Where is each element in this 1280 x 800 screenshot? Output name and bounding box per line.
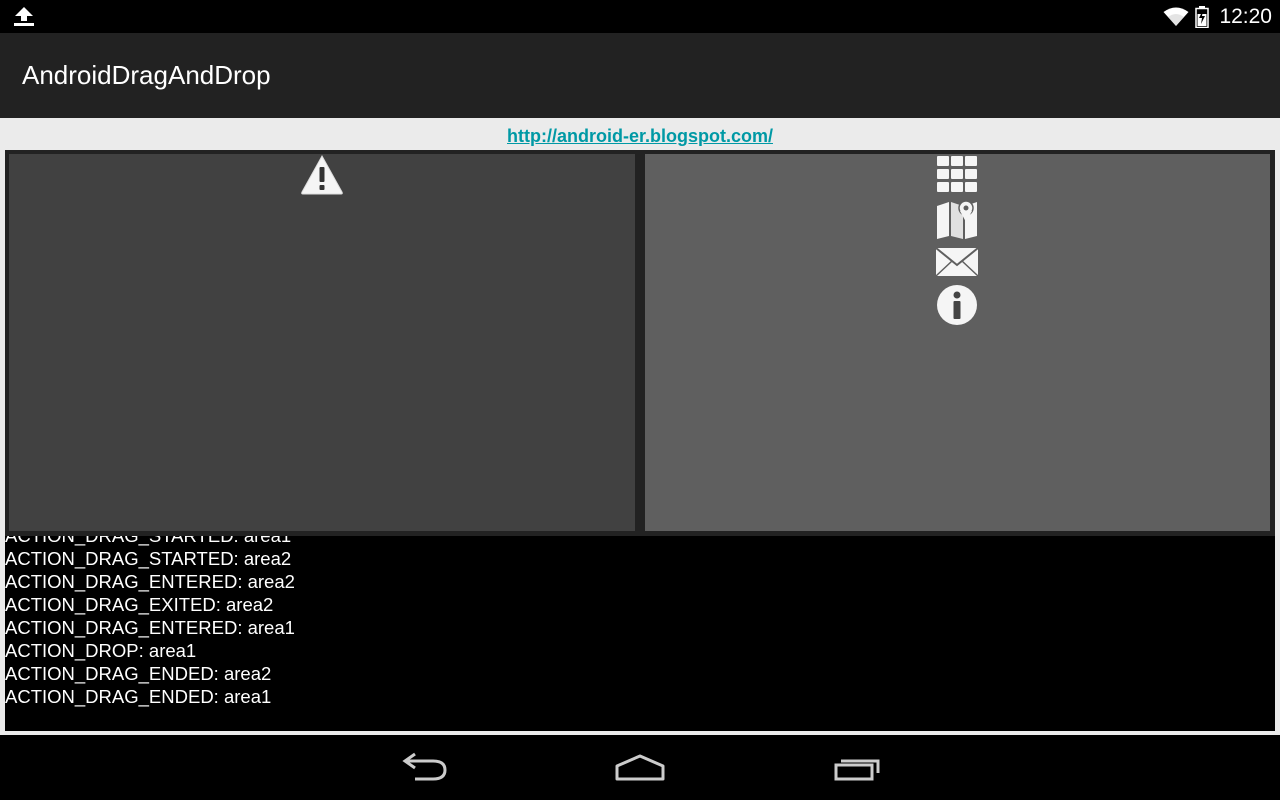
wifi-icon xyxy=(1163,7,1189,27)
action-bar: AndroidDragAndDrop xyxy=(0,33,1280,118)
blog-link[interactable]: http://android-er.blogspot.com/ xyxy=(0,126,1280,147)
dialpad-icon[interactable] xyxy=(935,154,979,196)
upload-icon xyxy=(12,5,36,27)
log-lines: ACTION_DRAG_STARTED: area1 ACTION_DRAG_S… xyxy=(5,536,295,708)
back-icon[interactable] xyxy=(395,749,455,787)
status-time: 12:20 xyxy=(1219,4,1272,28)
app-title: AndroidDragAndDrop xyxy=(22,60,271,90)
drop-area-1[interactable] xyxy=(9,154,635,531)
drop-area-2[interactable] xyxy=(645,154,1270,531)
log-line: ACTION_DROP: area1 xyxy=(5,640,197,661)
drop-areas xyxy=(5,150,1275,536)
log-line: ACTION_DRAG_ENDED: area2 xyxy=(5,663,272,684)
main-content: http://android-er.blogspot.com/ ACTION_D… xyxy=(0,118,1280,735)
warning-icon[interactable] xyxy=(300,154,344,196)
log-line: ACTION_DRAG_ENTERED: area1 xyxy=(5,617,295,638)
log-line: ACTION_DRAG_ENDED: area1 xyxy=(5,686,272,707)
status-bar: 12:20 xyxy=(0,0,1280,33)
log-line: ACTION_DRAG_ENTERED: area2 xyxy=(5,571,295,592)
log-line: ACTION_DRAG_STARTED: area1 xyxy=(5,536,295,547)
event-log: ACTION_DRAG_STARTED: area1 ACTION_DRAG_S… xyxy=(5,536,1275,731)
log-line: ACTION_DRAG_EXITED: area2 xyxy=(5,594,274,615)
info-icon[interactable] xyxy=(935,284,979,326)
log-line: ACTION_DRAG_STARTED: area2 xyxy=(5,548,292,569)
battery-icon xyxy=(1195,5,1210,28)
email-icon[interactable] xyxy=(935,242,979,284)
recents-icon[interactable] xyxy=(826,749,886,787)
status-indicators: 12:20 xyxy=(1163,0,1272,33)
home-icon[interactable] xyxy=(610,749,670,787)
navigation-bar xyxy=(0,735,1280,800)
map-icon[interactable] xyxy=(935,198,979,240)
